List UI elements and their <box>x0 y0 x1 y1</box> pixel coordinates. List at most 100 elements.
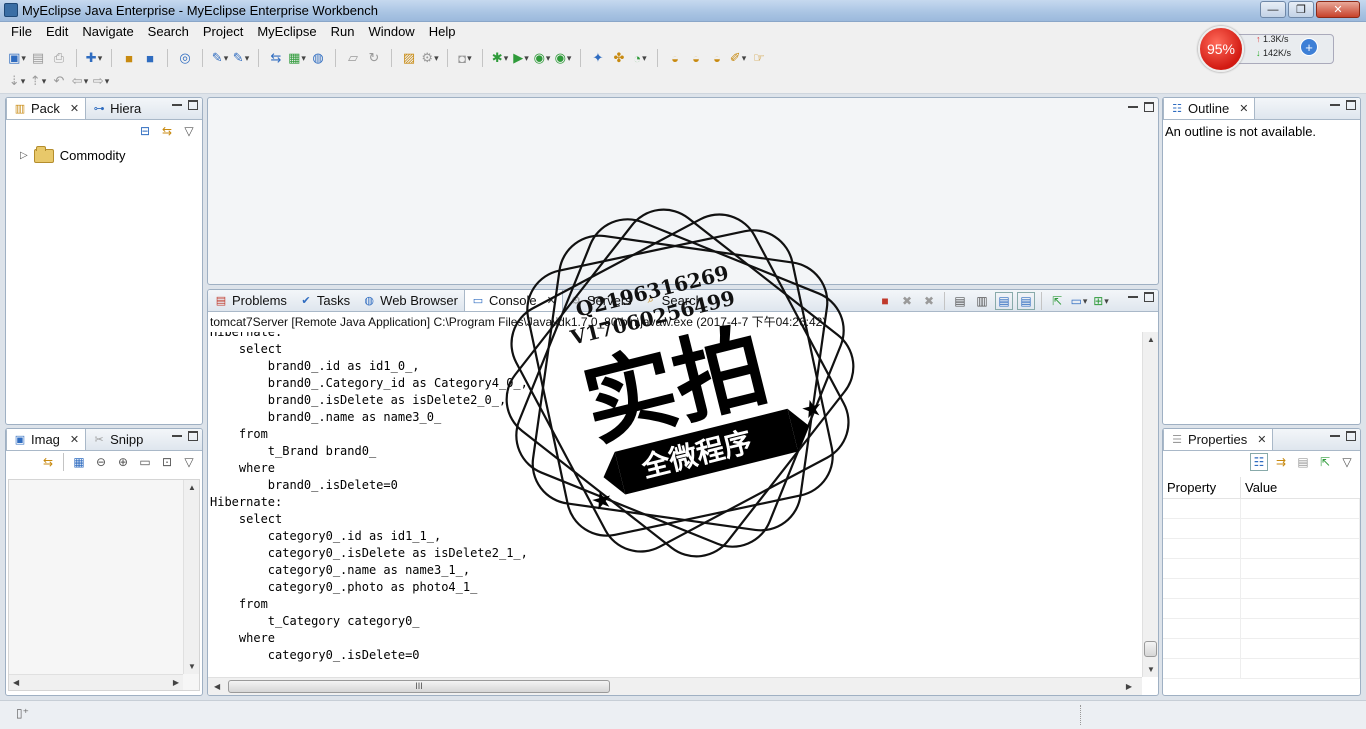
server-icon[interactable]: ◎ <box>176 49 194 67</box>
external-tools-icon[interactable]: ◉ <box>554 49 572 67</box>
new-interface-icon[interactable]: ◔ <box>631 49 649 67</box>
display-console-icon[interactable]: ▭ <box>1070 292 1088 310</box>
new-class-icon[interactable]: ✦ <box>589 49 607 67</box>
network-monitor-widget[interactable]: 95% 1.3K/s 142K/s + <box>1198 26 1338 72</box>
minimize-view-icon[interactable] <box>172 104 182 106</box>
folder-search-icon[interactable]: ◒ <box>687 49 705 67</box>
close-icon[interactable]: ✕ <box>1239 102 1248 115</box>
tab-console[interactable]: ▭ Console ✕ <box>463 290 563 311</box>
console-output[interactable]: Hibernate: select brand0_.id as id1_0_, … <box>208 332 1142 677</box>
sync-icon[interactable]: ⇆ <box>39 453 57 471</box>
terminate-icon[interactable]: ■ <box>876 292 894 310</box>
maximize-view-icon[interactable] <box>188 431 198 441</box>
tab-search[interactable]: ⌕ Search <box>638 290 709 311</box>
globe-icon[interactable]: ◍ <box>309 49 327 67</box>
show-stderr-icon[interactable]: ▤ <box>1017 292 1035 310</box>
close-button[interactable]: ✕ <box>1316 1 1360 18</box>
view-menu-icon[interactable]: ▽ <box>180 122 198 140</box>
tab-tasks[interactable]: ✔ Tasks <box>293 290 356 311</box>
restore-default-icon[interactable]: ▤ <box>1294 453 1312 471</box>
pin-icon[interactable]: ⇱ <box>1316 453 1334 471</box>
fit-window-icon[interactable]: ⊡ <box>158 453 176 471</box>
menu-run[interactable]: Run <box>324 22 362 42</box>
menu-edit[interactable]: Edit <box>39 22 75 42</box>
vertical-scrollbar[interactable]: ▲ ▼ <box>1142 332 1158 677</box>
expand-icon[interactable]: ▷ <box>20 150 28 161</box>
vertical-scroll-thumb[interactable] <box>1144 641 1157 657</box>
show-stdout-icon[interactable]: ▤ <box>995 292 1013 310</box>
menu-search[interactable]: Search <box>141 22 196 42</box>
build-icon[interactable]: ✎ <box>211 49 229 67</box>
actual-size-icon[interactable]: ▭ <box>136 453 154 471</box>
forward-icon[interactable]: ⇨ <box>92 72 110 90</box>
menu-navigate[interactable]: Navigate <box>75 22 140 42</box>
zoom-in-icon[interactable]: ⊕ <box>114 453 132 471</box>
categories-icon[interactable]: ☷ <box>1250 453 1268 471</box>
clear-console-icon[interactable]: ▤ <box>951 292 969 310</box>
zoom-out-icon[interactable]: ⊖ <box>92 453 110 471</box>
prev-annotation-icon[interactable]: ⇡ <box>29 72 47 90</box>
run-config-icon[interactable]: ◉ <box>533 49 551 67</box>
close-icon[interactable]: ✕ <box>70 433 79 446</box>
back-icon[interactable]: ⇦ <box>71 72 89 90</box>
save-icon[interactable]: ▤ <box>29 49 47 67</box>
minimize-button[interactable]: — <box>1260 1 1286 18</box>
print-icon[interactable]: ⎙ <box>50 49 68 67</box>
next-annotation-icon[interactable]: ⇣ <box>8 72 26 90</box>
collapse-all-icon[interactable]: ⊟ <box>136 122 154 140</box>
close-icon[interactable]: ✕ <box>70 102 79 115</box>
tree-item-commodity[interactable]: ▷ Commodity <box>20 145 125 163</box>
folder-icon[interactable]: ◒ <box>708 49 726 67</box>
camera-icon[interactable]: ◘ <box>456 49 474 67</box>
column-value[interactable]: Value <box>1241 477 1360 498</box>
restore-button[interactable]: ❐ <box>1288 1 1314 18</box>
add-icon[interactable]: + <box>1300 38 1318 56</box>
view-menu-icon[interactable]: ▽ <box>180 453 198 471</box>
tab-package-explorer[interactable]: ▥ Pack ✕ <box>6 98 87 119</box>
maximize-view-icon[interactable] <box>1346 431 1356 441</box>
tab-snippets[interactable]: ✂ Snipp <box>86 429 149 450</box>
deploy-icon[interactable]: ■ <box>141 49 159 67</box>
horizontal-scrollbar[interactable]: ◀ III ▶ <box>208 677 1142 695</box>
hand-icon[interactable]: ☞ <box>750 49 768 67</box>
debug-icon[interactable]: ✱ <box>491 49 509 67</box>
minimize-view-icon[interactable] <box>1330 435 1340 437</box>
menu-file[interactable]: File <box>4 22 39 42</box>
db-icon[interactable]: ▱ <box>344 49 362 67</box>
remove-all-icon[interactable]: ✖ <box>920 292 938 310</box>
new-wizard-icon[interactable]: ✚ <box>85 49 103 67</box>
maximize-view-icon[interactable] <box>1346 100 1356 110</box>
horizontal-scroll-thumb[interactable]: III <box>228 680 610 693</box>
minimize-view-icon[interactable] <box>172 435 182 437</box>
tab-outline[interactable]: ☷ Outline ✕ <box>1163 98 1256 119</box>
menu-window[interactable]: Window <box>361 22 421 42</box>
tab-servers[interactable]: ⚙ Servers <box>563 290 638 311</box>
fit-image-icon[interactable]: ▦ <box>70 453 88 471</box>
link-editor-icon[interactable]: ⇆ <box>158 122 176 140</box>
view-menu-icon[interactable]: ▽ <box>1338 453 1356 471</box>
new-icon[interactable]: ▣ <box>8 49 26 67</box>
open-resource-icon[interactable]: ▦ <box>288 49 306 67</box>
close-icon[interactable]: ✕ <box>1257 433 1266 446</box>
new-package-icon[interactable]: ✤ <box>610 49 628 67</box>
tab-hierarchy[interactable]: ⊶ Hiera <box>86 98 147 119</box>
menu-help[interactable]: Help <box>422 22 463 42</box>
menu-myeclipse[interactable]: MyEclipse <box>250 22 323 42</box>
open-console-icon[interactable]: ⊞ <box>1092 292 1110 310</box>
maximize-view-icon[interactable] <box>188 100 198 110</box>
last-edit-icon[interactable]: ↶ <box>50 72 68 90</box>
maximize-view-icon[interactable] <box>1144 102 1154 112</box>
refresh-icon[interactable]: ↻ <box>365 49 383 67</box>
column-property[interactable]: Property <box>1163 477 1241 498</box>
web-icon[interactable]: ▨ <box>400 49 418 67</box>
folder-open-icon[interactable]: ◒ <box>666 49 684 67</box>
minimize-view-icon[interactable] <box>1128 106 1138 108</box>
tab-web-browser[interactable]: ◍ Web Browser <box>356 290 464 311</box>
tab-image-preview[interactable]: ▣ Imag ✕ <box>6 429 87 450</box>
tab-problems[interactable]: ▤ Problems <box>208 290 293 311</box>
package-icon[interactable]: ■ <box>120 49 138 67</box>
minimize-view-icon[interactable] <box>1330 104 1340 106</box>
scroll-lock-icon[interactable]: ▥ <box>973 292 991 310</box>
fast-view-icon[interactable]: ▯⁺ <box>16 706 29 720</box>
remove-launch-icon[interactable]: ✖ <box>898 292 916 310</box>
